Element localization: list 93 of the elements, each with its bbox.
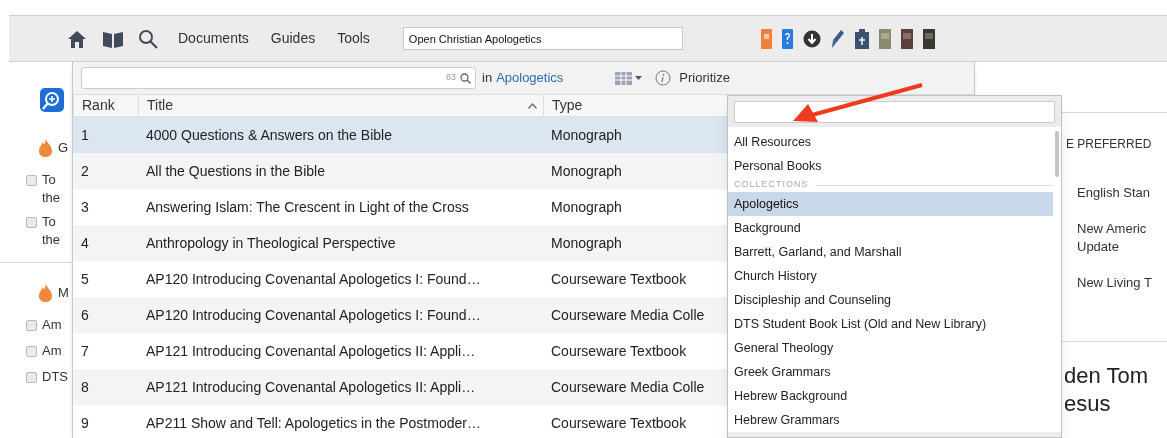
table-cell-text: 2 [80,161,90,181]
table-cell-text: AP211 Show and Tell: Apologetics in the Postmoder… [145,413,482,433]
table-cell-text: All the Questions in the Bible [145,161,326,181]
table-cell-text: 9 [80,413,90,433]
checkbox-label: Am [42,342,62,361]
table-cell-text: 4000 Questions & Answers on the Bible [145,125,393,145]
menu-item[interactable]: Guides [270,28,316,49]
search-icon[interactable] [460,72,471,84]
table-row[interactable]: 1 4000 Questions & Answers on the Bible Monograph [73,117,727,153]
menu-item[interactable]: Apologetics [728,192,1053,216]
checkbox[interactable] [26,174,37,186]
grid-view-icon[interactable] [615,70,644,86]
checkbox[interactable] [26,345,37,357]
version-item: New Americ [1076,220,1148,237]
flame-icon [39,139,52,157]
table-row[interactable]: 6 AP120 Introducing Covenantal Apologetics I: Found… Courseware Media Colle [73,297,727,333]
menu-item[interactable]: All Resources [728,130,1053,154]
checkbox-label: To [42,213,56,232]
menu-item[interactable]: Tools [337,28,370,49]
book-cover-icon[interactable] [922,28,935,49]
checkbox-label: To [42,171,56,190]
table-cell-text: Answering Islam: The Crescent in Light of the Cross [145,197,470,217]
version-item: Update [1076,238,1120,255]
group-heading: COLLECTIONS [734,178,809,192]
table-cell-text: Courseware Textbook [550,269,688,289]
section-heading: E PREFERRED [1065,136,1153,153]
table-cell-text: 3 [80,197,90,217]
table-cell-text: Monograph [550,161,623,181]
search-icon[interactable] [138,28,158,49]
highlighter-icon[interactable] [830,28,845,49]
version-item: English Stan [1076,184,1151,201]
checkbox[interactable] [26,371,37,383]
checkbox[interactable] [26,216,37,228]
download-icon[interactable] [802,29,821,48]
menu-item[interactable]: Background [728,216,1053,240]
info-icon[interactable] [655,70,672,86]
table-cell-text: 7 [80,341,90,361]
menu-item[interactable]: General Theology [728,336,1053,360]
table-row[interactable]: 9 AP211 Show and Tell: Apologetics in the Postmoder… Courseware Textbook [73,405,727,438]
table-row[interactable]: 2 All the Questions in the Bible Monograph [73,153,727,189]
command-field[interactable]: Open Christian Apologetics [402,27,683,50]
table-cell-text: 4 [80,233,90,253]
table-cell-text: Anthropology in Theological Perspective [145,233,397,253]
column-header[interactable]: Title [138,95,543,116]
table-cell-text: Monograph [550,125,623,145]
menu-item[interactable]: Documents [178,28,249,49]
menu-item[interactable]: Church History [728,264,1053,288]
table-cell-text: AP121 Introducing Covenantal Apologetics II: Appli… [145,377,477,397]
label-text: the [41,190,62,206]
menu-item[interactable]: Hebrew Background [728,384,1053,408]
flame-icon [39,284,52,302]
menu-item[interactable]: DTS Student Book List (Old and New Library) [728,312,1053,336]
table-cell-text: 8 [80,377,90,397]
scope-link[interactable]: Apologetics [496,68,564,88]
table-row[interactable]: 8 AP121 Introducing Covenantal Apologetics II: Appli… Courseware Media Colle [73,369,727,405]
result-count: 83 [446,71,456,85]
table-cell-text: Courseware Textbook [550,413,688,433]
table-cell-text: AP121 Introducing Covenantal Apologetics II: Appli… [145,341,477,361]
section-heading: M [58,284,69,303]
scrollbar-thumb[interactable] [1055,131,1059,177]
menu-item[interactable]: Barrett, Garland, and Marshall [728,240,1053,264]
book-cover-icon[interactable] [900,28,913,49]
table-cell-text: Courseware Media Colle [550,377,706,397]
column-header[interactable]: Rank [73,95,138,116]
table-cell-text: Monograph [550,233,623,253]
table-cell-text: Courseware Textbook [550,341,688,361]
prioritize-button[interactable]: Prioritize [679,68,730,88]
table-cell-text: 5 [80,269,90,289]
menu-item[interactable]: Hebrew Grammars [728,408,1053,432]
table-cell-text: 6 [80,305,90,325]
menu-item[interactable]: Personal Books [728,154,1053,178]
filter-field[interactable] [734,101,1055,123]
table-cell-text: AP120 Introducing Covenantal Apologetics I: Found… [145,305,482,325]
home-icon[interactable] [66,28,88,49]
help-book-icon[interactable] [781,28,793,49]
checkbox-label: Am [42,316,62,335]
page-title: esus [1063,390,1112,418]
table-cell-text: Courseware Media Colle [550,305,706,325]
table-cell-text: AP120 Introducing Covenantal Apologetics I: Found… [145,269,482,289]
page-title: den Tom [1063,362,1149,390]
checkbox[interactable] [26,319,37,331]
scope-label: in [482,69,493,88]
table-cell-text: Monograph [550,197,623,217]
section-heading: G [58,139,69,158]
version-item: New Living T [1076,274,1153,291]
menu-item[interactable]: Discipleship and Counseling [728,288,1053,312]
label-text: the [41,232,62,248]
table-cell-text: 1 [80,125,90,145]
checkbox-label: DTS [42,368,68,387]
menu-item[interactable]: Greek Grammars [728,360,1053,384]
table-row[interactable]: 4 Anthropology in Theological Perspective Monograph [73,225,727,261]
add-search-icon[interactable] [40,88,64,112]
clipboard-icon[interactable] [854,28,869,49]
